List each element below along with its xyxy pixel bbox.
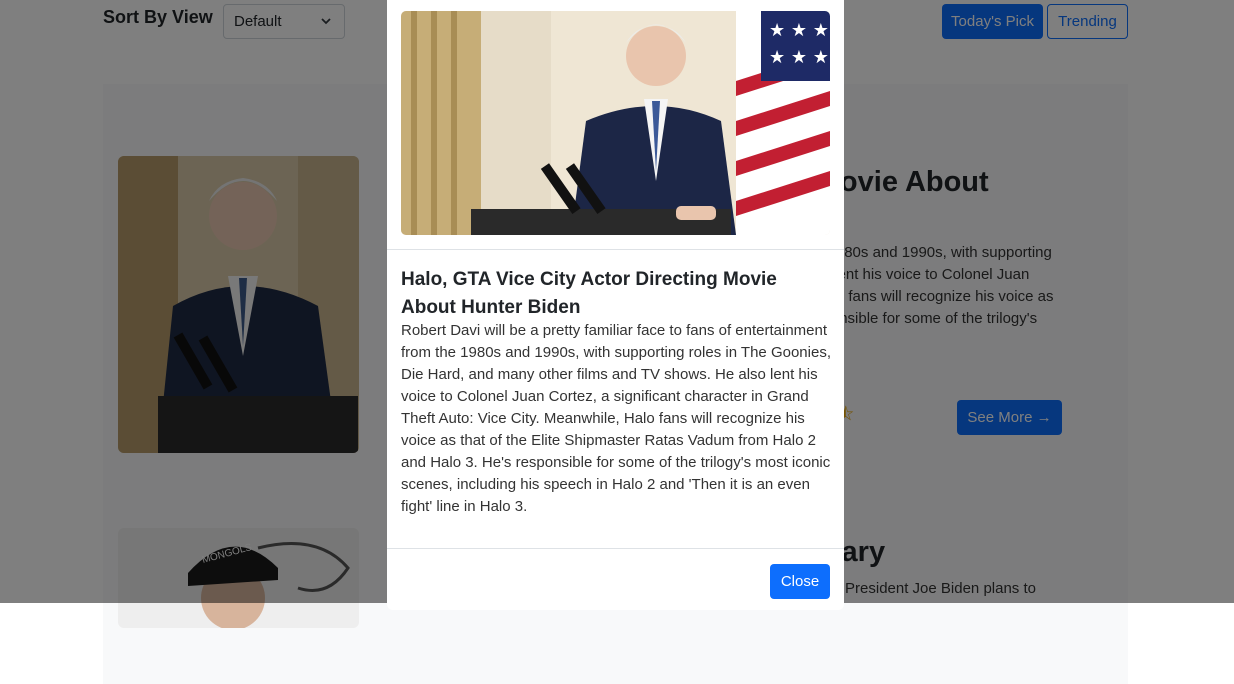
modal-title: Halo, GTA Vice City Actor Directing Movi… (401, 269, 777, 318)
svg-text:★ ★ ★: ★ ★ ★ (769, 20, 829, 41)
modal-divider (387, 249, 844, 250)
modal-image: ★ ★ ★ ★ ★ ★ (401, 11, 830, 235)
modal-body: Robert Davi will be a pretty familiar fa… (401, 322, 831, 515)
article-modal: ★ ★ ★ ★ ★ ★ Halo, GTA Vice City Actor Di… (387, 0, 844, 610)
close-button[interactable]: Close (770, 564, 830, 599)
svg-text:★ ★ ★: ★ ★ ★ (769, 47, 829, 68)
modal-footer-divider (387, 548, 844, 549)
